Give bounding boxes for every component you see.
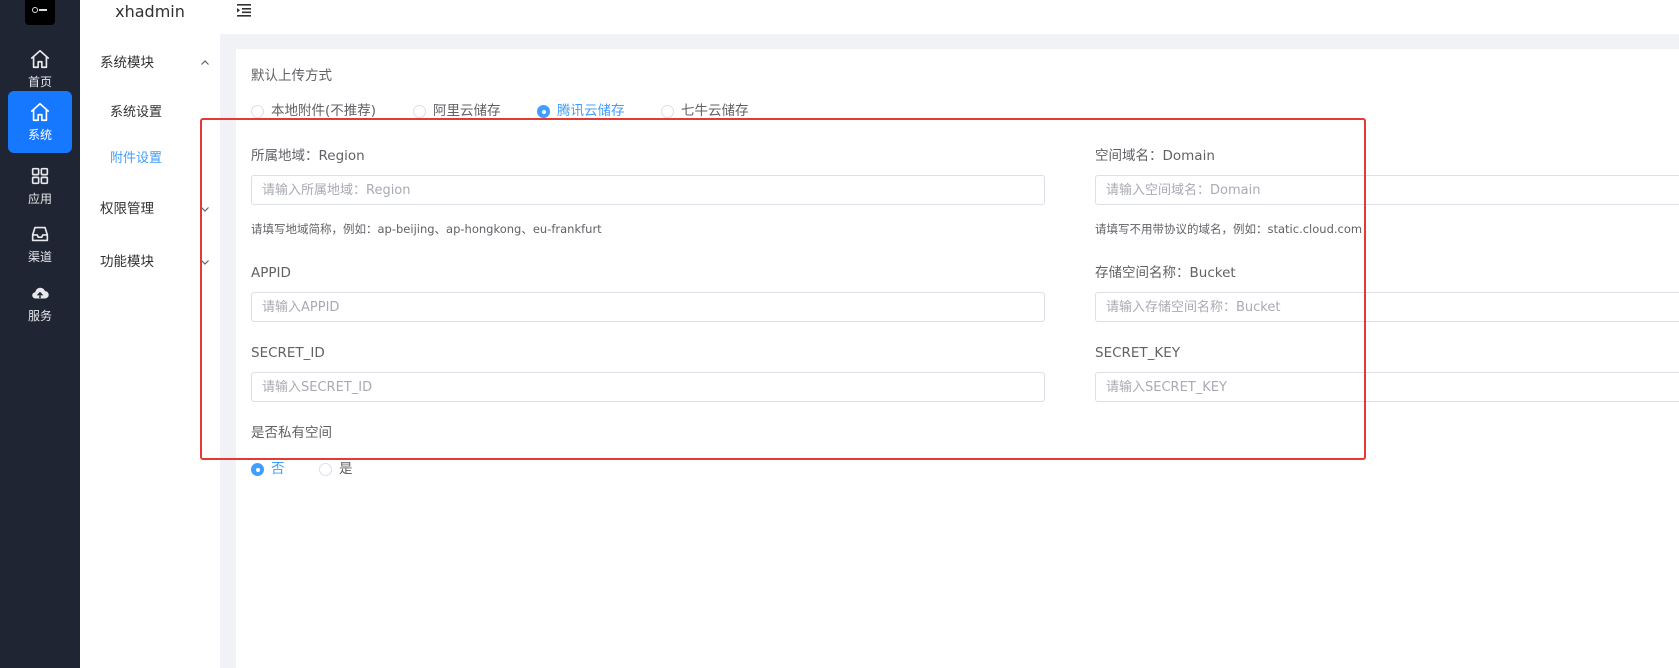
radio-label: 是 [339, 461, 353, 477]
home-icon [30, 49, 50, 69]
radio-circle [251, 463, 264, 476]
bucket-input[interactable] [1095, 292, 1679, 322]
radio-label: 七牛云储存 [681, 103, 749, 119]
region-label: 所属地域：Region [251, 148, 365, 164]
inbox-icon [31, 226, 49, 242]
chevron-down-icon [201, 207, 209, 212]
settings-card: 默认上传方式 本地附件(不推荐) 阿里云储存 腾讯云储存 七牛云储存 所属地域：… [236, 49, 1679, 668]
radio-label: 否 [271, 461, 285, 477]
grid-icon [31, 167, 49, 185]
radio-circle [413, 105, 426, 118]
radio-label: 腾讯云储存 [557, 103, 625, 119]
radio-circle [661, 105, 674, 118]
radio-private-yes[interactable]: 是 [319, 459, 353, 479]
radio-label: 阿里云储存 [433, 103, 501, 119]
menu-item-system-settings[interactable]: 系统设置 [110, 101, 210, 125]
rail-item-channels[interactable]: 渠道 [8, 213, 72, 275]
logo [25, 0, 55, 25]
radio-circle [319, 463, 332, 476]
region-hint: 请填写地域简称，例如：ap-beijing、ap-hongkong、eu-fra… [251, 222, 602, 236]
radio-aliyun[interactable]: 阿里云储存 [413, 101, 501, 121]
logo-mark-icon [32, 7, 47, 13]
domain-label: 空间域名：Domain [1095, 148, 1215, 164]
home-icon [30, 102, 50, 122]
app-root: 首页 系统 应用 渠道 服务 xhadmin 系统模块 系统设置 附件设置 权限… [0, 0, 1679, 668]
appid-input[interactable] [251, 292, 1045, 322]
rail-item-label: 服务 [27, 309, 52, 323]
brand-title: xhadmin [115, 2, 185, 21]
chevron-down-icon [201, 260, 209, 265]
menu-group-label: 功能模块 [100, 254, 154, 270]
secondary-menu: xhadmin 系统模块 系统设置 附件设置 权限管理 功能模块 [80, 0, 220, 668]
radio-tencent-cloud[interactable]: 腾讯云储存 [537, 101, 625, 121]
menu-group-system-module[interactable]: 系统模块 [100, 51, 210, 75]
radio-private-no[interactable]: 否 [251, 459, 285, 479]
secret-id-input[interactable] [251, 372, 1045, 402]
rail-item-apps[interactable]: 应用 [8, 155, 72, 217]
bucket-label: 存储空间名称：Bucket [1095, 265, 1236, 281]
secret-id-label: SECRET_ID [251, 345, 325, 361]
menu-group-label: 系统模块 [100, 55, 154, 71]
private-space-label: 是否私有空间 [251, 425, 332, 441]
menu-group-permissions[interactable]: 权限管理 [100, 197, 210, 221]
menu-collapse-icon[interactable] [237, 3, 253, 17]
cloud-upload-icon [32, 287, 49, 299]
rail-item-label: 渠道 [27, 250, 52, 264]
chevron-up-icon [201, 60, 209, 65]
region-input[interactable] [251, 175, 1045, 205]
secret-key-input[interactable] [1095, 372, 1679, 402]
rail-item-label: 应用 [27, 192, 52, 206]
menu-group-label: 权限管理 [100, 201, 154, 217]
radio-circle [251, 105, 264, 118]
menu-item-attachment-settings[interactable]: 附件设置 [110, 147, 210, 171]
radio-qiniu[interactable]: 七牛云储存 [661, 101, 749, 121]
radio-local-attachment[interactable]: 本地附件(不推荐) [251, 101, 376, 121]
rail-item-services[interactable]: 服务 [8, 272, 72, 334]
domain-input[interactable] [1095, 175, 1679, 205]
domain-hint: 请填写不用带协议的域名，例如：static.cloud.com [1095, 222, 1363, 236]
upload-method-label: 默认上传方式 [251, 68, 332, 84]
radio-label: 本地附件(不推荐) [271, 103, 377, 119]
secret-key-label: SECRET_KEY [1095, 345, 1181, 361]
rail-item-system[interactable]: 系统 [8, 91, 72, 153]
rail-item-label: 首页 [27, 75, 52, 89]
menu-group-features[interactable]: 功能模块 [100, 250, 210, 274]
rail-item-label: 系统 [27, 128, 52, 142]
radio-circle [537, 105, 550, 118]
top-header [220, 0, 1679, 34]
icon-rail: 首页 系统 应用 渠道 服务 [0, 0, 80, 668]
appid-label: APPID [251, 265, 291, 281]
